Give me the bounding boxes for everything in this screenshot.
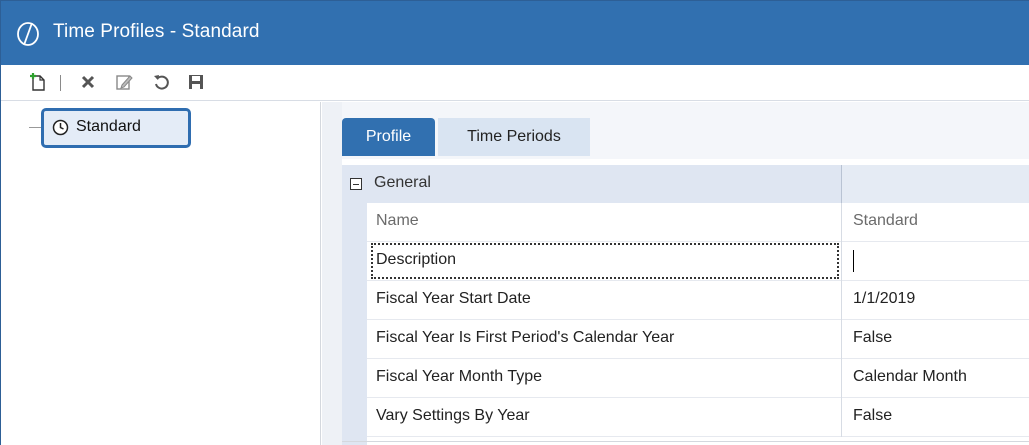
property-row-description[interactable]: Description [367, 242, 1029, 281]
category-value-cell [842, 165, 1029, 203]
clock-icon [52, 119, 69, 136]
property-row-name[interactable]: Name Standard [367, 203, 1029, 242]
column-divider [841, 359, 842, 398]
delete-button[interactable] [77, 71, 99, 93]
tree-node-standard[interactable]: Standard [41, 108, 191, 148]
tab-time-periods[interactable]: Time Periods [438, 118, 590, 156]
property-name: Fiscal Year Month Type [376, 368, 543, 385]
property-name: Fiscal Year Is First Period's Calendar Y… [376, 329, 675, 346]
refresh-button[interactable] [151, 71, 173, 93]
property-row-fiscal-year-start-date[interactable]: Fiscal Year Start Date 1/1/2019 [367, 281, 1029, 320]
save-button[interactable] [185, 71, 207, 93]
column-divider [841, 320, 842, 359]
toolbar [1, 65, 1029, 101]
tree-node-label: Standard [76, 118, 141, 135]
property-value[interactable]: 1/1/2019 [853, 290, 915, 308]
splitter[interactable] [322, 102, 342, 445]
column-divider [841, 203, 842, 242]
new-button[interactable] [27, 71, 49, 93]
new-document-icon [30, 73, 45, 91]
edit-icon [116, 75, 133, 90]
property-value[interactable]: Calendar Month [853, 368, 967, 386]
property-name: Vary Settings By Year [376, 407, 530, 424]
save-icon [189, 75, 203, 89]
grid-bottom-border [342, 441, 1029, 442]
property-name: Fiscal Year Start Date [376, 290, 531, 307]
text-caret [853, 250, 854, 272]
category-general[interactable]: General [342, 165, 1029, 203]
property-row-vary-settings-by-year[interactable]: Vary Settings By Year False [367, 398, 1029, 437]
property-value: Standard [853, 212, 918, 229]
property-value[interactable]: False [853, 329, 892, 347]
tree-pane [1, 102, 321, 445]
column-divider [841, 398, 842, 437]
window-title: Time Profiles - Standard [53, 21, 260, 42]
property-name: Name [376, 212, 419, 229]
tab-profile[interactable]: Profile [342, 118, 435, 156]
refresh-icon [154, 75, 169, 90]
toolbar-separator [60, 75, 61, 91]
column-divider [841, 281, 842, 320]
collapse-icon[interactable] [350, 178, 362, 190]
property-value[interactable]: False [853, 407, 892, 425]
property-name: Description [376, 251, 457, 268]
property-row-first-period-calendar-year[interactable]: Fiscal Year Is First Period's Calendar Y… [367, 320, 1029, 359]
title-bar: Time Profiles - Standard [1, 1, 1029, 65]
delete-icon [81, 75, 95, 89]
edit-button[interactable] [113, 71, 135, 93]
time-profiles-window: Time Profiles - Standard Standard Profil… [0, 0, 1029, 445]
grid-gutter [342, 203, 367, 445]
app-logo-icon [17, 22, 39, 46]
category-label: General [374, 174, 431, 191]
column-divider [841, 242, 842, 281]
property-row-fiscal-year-month-type[interactable]: Fiscal Year Month Type Calendar Month [367, 359, 1029, 398]
